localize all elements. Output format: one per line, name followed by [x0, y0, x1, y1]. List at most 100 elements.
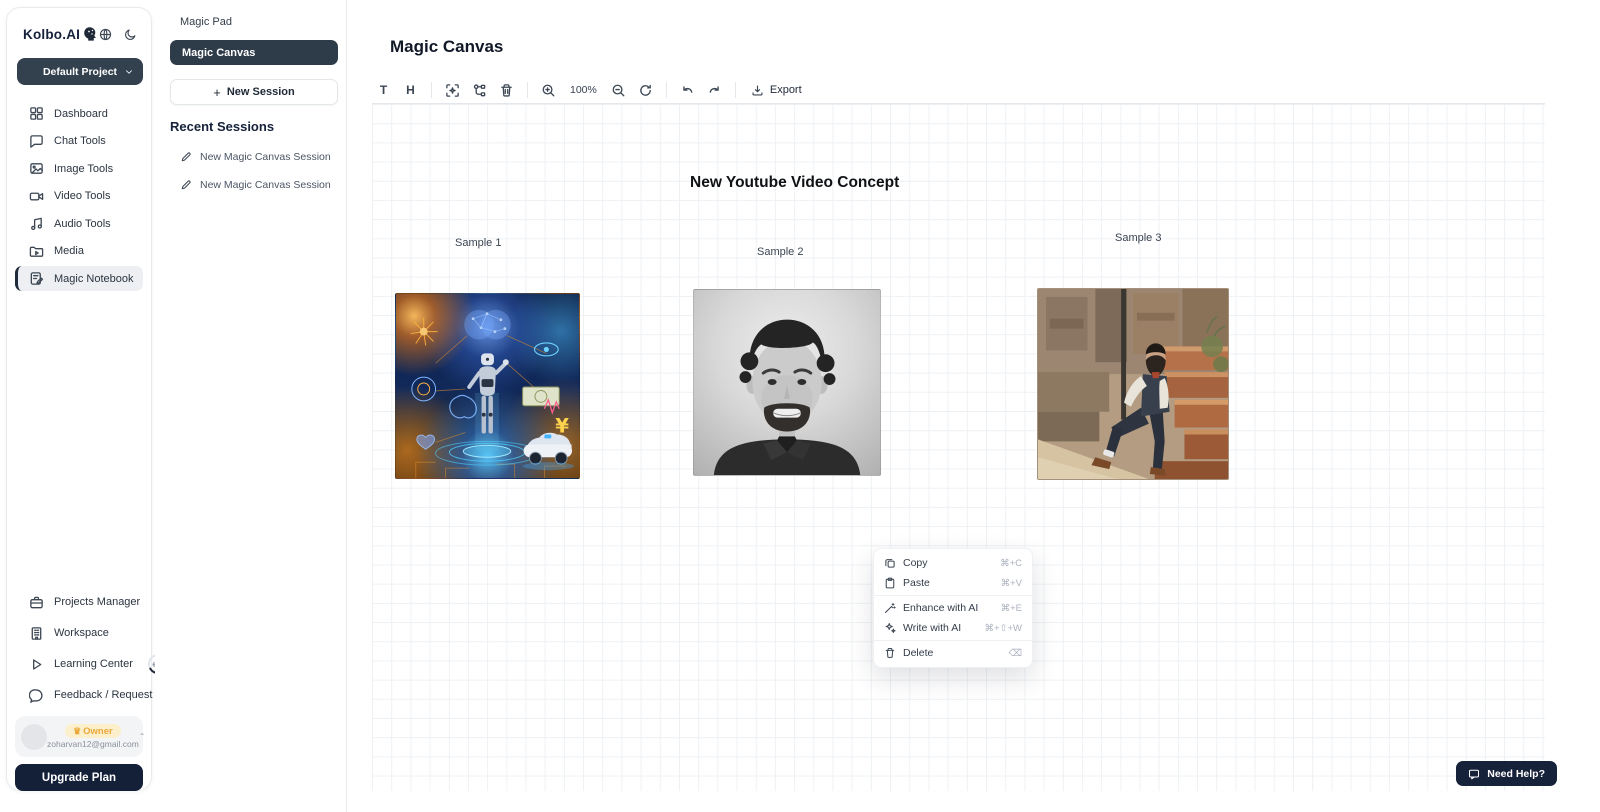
canvas-heading-text[interactable]: New Youtube Video Concept [690, 174, 899, 192]
portrait-art [694, 290, 880, 475]
role-badge-label: Owner [83, 726, 113, 737]
sidebar-item-workspace[interactable]: Workspace [15, 620, 143, 646]
user-email: zoharvan12@gmail.com [47, 739, 139, 749]
need-help-button[interactable]: Need Help? [1456, 761, 1557, 786]
connector-icon [472, 83, 487, 98]
media-icon [29, 244, 44, 259]
session-list-item[interactable]: New Magic Canvas Session [180, 151, 331, 163]
toolbar-separator [735, 82, 736, 98]
rotate-reset-icon [638, 83, 653, 98]
audio-icon [29, 216, 44, 231]
menu-shortcut: ⌘+E [1001, 603, 1022, 614]
avatar [21, 724, 47, 750]
user-card-chevron-icon: ⌃ [139, 732, 146, 741]
chevron-down-icon [124, 67, 134, 77]
menu-item-enhance-with-ai[interactable]: Enhance with AI ⌘+E [874, 598, 1032, 618]
reset-view-button[interactable] [634, 79, 657, 102]
sample-3-image[interactable] [1037, 288, 1229, 480]
sidebar-item-media[interactable]: Media [15, 239, 143, 264]
chat-icon [29, 134, 44, 149]
menu-item-label: Enhance with AI [903, 602, 978, 614]
menu-divider [874, 640, 1032, 641]
sidebar-item-label: Magic Notebook [54, 273, 134, 285]
toolbar-separator [666, 82, 667, 98]
sidebar-item-video-tools[interactable]: Video Tools [15, 184, 143, 209]
heading-tool-button[interactable]: H [399, 79, 422, 102]
sidebar-item-label: Audio Tools [54, 218, 111, 230]
sidebar-item-label: Video Tools [54, 190, 110, 202]
user-card[interactable]: ♛ Owner zoharvan12@gmail.com ⌃ [15, 716, 143, 757]
text-tool-button[interactable]: T [372, 79, 395, 102]
zoom-level-value: 100% [564, 84, 603, 96]
zoom-in-icon [541, 83, 556, 98]
language-globe-icon[interactable] [99, 28, 112, 41]
sample-1-image[interactable]: ¥ [395, 293, 580, 479]
menu-shortcut: ⌘+V [1001, 578, 1022, 589]
session-list-item[interactable]: New Magic Canvas Session [180, 179, 331, 191]
feedback-icon [29, 688, 44, 703]
sidebar-item-audio-tools[interactable]: Audio Tools [15, 211, 143, 236]
sample-2-image[interactable] [693, 289, 881, 476]
menu-shortcut: ⌘+⇧+W [984, 623, 1022, 634]
text-tool-glyph: T [380, 83, 387, 97]
connector-tool-button[interactable] [468, 79, 491, 102]
toolbar-separator [527, 82, 528, 98]
logo-row: Kolbo.AI [15, 18, 143, 42]
magic-canvas-surface[interactable]: New Youtube Video Concept Sample 1 Sampl… [372, 103, 1545, 791]
magic-pad-item[interactable]: Magic Pad [180, 16, 232, 28]
sidebar-item-magic-notebook[interactable]: Magic Notebook [15, 266, 143, 291]
sidebar-item-projects-manager[interactable]: Projects Manager [15, 589, 143, 615]
undo-button[interactable] [676, 79, 699, 102]
paste-icon [884, 577, 896, 589]
dark-mode-moon-icon[interactable] [124, 28, 137, 41]
stone-steps-art [1038, 289, 1228, 479]
plus-icon: + [213, 85, 221, 100]
export-label: Export [770, 84, 802, 96]
sidebar-nav: Dashboard Chat Tools Image Tools Video T… [15, 101, 143, 294]
menu-item-delete[interactable]: Delete ⌫ [874, 643, 1032, 663]
menu-item-write-with-ai[interactable]: Write with AI ⌘+⇧+W [874, 618, 1032, 638]
export-button[interactable]: Export [745, 84, 808, 97]
sidebar-item-feedback-request[interactable]: Feedback / Request [15, 682, 143, 708]
menu-shortcut: ⌫ [1009, 648, 1022, 659]
magic-canvas-item-selected[interactable]: Magic Canvas [170, 40, 338, 65]
session-item-label: New Magic Canvas Session [200, 151, 331, 163]
project-selector-label: Default Project [43, 66, 117, 78]
sidebar-item-label: Chat Tools [54, 135, 106, 147]
ai-select-tool-button[interactable] [441, 79, 464, 102]
menu-item-label: Paste [903, 577, 930, 589]
sidebar-item-dashboard[interactable]: Dashboard [15, 101, 143, 126]
help-chat-icon [1468, 768, 1480, 780]
project-selector[interactable]: Default Project [17, 58, 143, 85]
sample-3-label[interactable]: Sample 3 [1115, 232, 1161, 244]
dashboard-icon [29, 106, 44, 121]
menu-item-paste[interactable]: Paste ⌘+V [874, 573, 1032, 593]
copy-icon [884, 557, 896, 569]
menu-shortcut: ⌘+C [1000, 558, 1022, 569]
sidebar-item-label: Image Tools [54, 163, 113, 175]
sidebar-item-chat-tools[interactable]: Chat Tools [15, 129, 143, 154]
ai-collage-art: ¥ [396, 294, 579, 478]
play-icon [29, 657, 44, 672]
need-help-label: Need Help? [1487, 768, 1545, 780]
sidebar-item-label: Media [54, 245, 84, 257]
sample-2-label[interactable]: Sample 2 [757, 246, 803, 258]
ai-head-logo-icon [83, 26, 99, 42]
pencil-icon [180, 151, 192, 163]
sparkles-icon [884, 622, 896, 634]
sample-1-label[interactable]: Sample 1 [455, 237, 501, 249]
primary-sidebar: Kolbo.AI Default Project Dashboard [6, 7, 152, 791]
app-window: Kolbo.AI Default Project Dashboard [0, 0, 1600, 812]
menu-item-copy[interactable]: Copy ⌘+C [874, 553, 1032, 573]
zoom-in-button[interactable] [537, 79, 560, 102]
sidebar-item-label: Dashboard [54, 108, 108, 120]
redo-button[interactable] [703, 79, 726, 102]
upgrade-plan-button[interactable]: Upgrade Plan [15, 764, 143, 791]
sidebar-item-image-tools[interactable]: Image Tools [15, 156, 143, 181]
zoom-out-button[interactable] [607, 79, 630, 102]
menu-item-label: Write with AI [903, 622, 961, 634]
sidebar-item-label: Projects Manager [54, 596, 140, 608]
sidebar-item-learning-center[interactable]: Learning Center 66% [15, 651, 143, 677]
new-session-button[interactable]: + New Session [170, 79, 338, 105]
delete-tool-button[interactable] [495, 79, 518, 102]
